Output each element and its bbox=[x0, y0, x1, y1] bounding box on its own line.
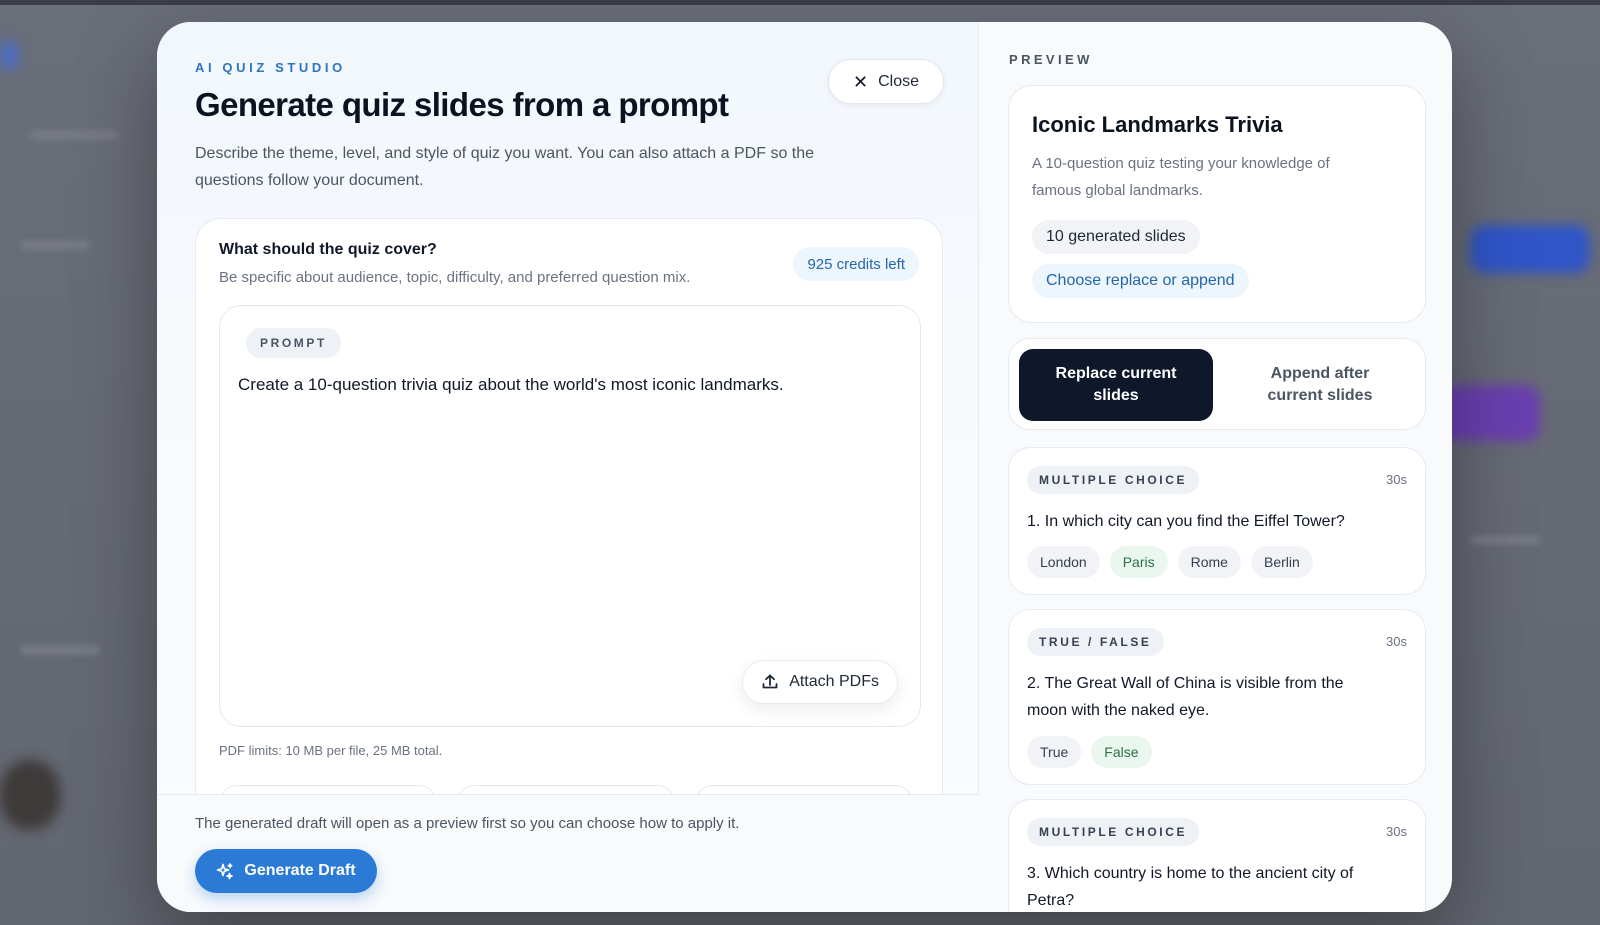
footer-note: The generated draft will open as a previ… bbox=[195, 815, 740, 832]
answer-option: Berlin bbox=[1250, 546, 1313, 578]
prompt-tag: PROMPT bbox=[246, 328, 341, 358]
answer-options: London Paris Rome Berlin bbox=[1027, 546, 1313, 578]
question-card[interactable]: MULTIPLE CHOICE 30s 3. Which country is … bbox=[1008, 799, 1426, 912]
close-icon: ✕ bbox=[853, 71, 869, 92]
answer-option-correct: False bbox=[1091, 736, 1152, 768]
answer-option: Rome bbox=[1177, 546, 1241, 578]
apply-mode-toggle: Replace current slides Append after curr… bbox=[1008, 338, 1426, 430]
question-type-badge: MULTIPLE CHOICE bbox=[1027, 466, 1200, 494]
question-type-badge: TRUE / FALSE bbox=[1027, 628, 1164, 656]
question-text: 2. The Great Wall of China is visible fr… bbox=[1027, 675, 1344, 719]
background-topbar bbox=[0, 0, 1600, 5]
background-shape bbox=[1470, 225, 1590, 273]
eyebrow-label: AI QUIZ STUDIO bbox=[195, 60, 346, 75]
modal-subtitle: Describe the theme, level, and style of … bbox=[195, 145, 815, 189]
prompt-input[interactable]: PROMPT Create a 10-question trivia quiz … bbox=[219, 305, 921, 727]
preview-panel: PREVIEW Iconic Landmarks Trivia A 10-que… bbox=[979, 22, 1452, 912]
background-shape bbox=[30, 130, 120, 140]
prompt-question: What should the quiz cover? bbox=[219, 241, 437, 258]
answer-option: London bbox=[1027, 546, 1100, 578]
answer-option: True bbox=[1027, 736, 1082, 768]
generate-draft-button[interactable]: Generate Draft bbox=[195, 849, 377, 893]
question-type-badge: MULTIPLE CHOICE bbox=[1027, 818, 1200, 846]
attach-label: Attach PDFs bbox=[789, 673, 879, 690]
sparkle-icon bbox=[217, 863, 234, 880]
question-time: 30s bbox=[1386, 634, 1407, 649]
answer-options: True False bbox=[1027, 736, 1152, 768]
close-label: Close bbox=[878, 72, 919, 90]
question-card[interactable]: TRUE / FALSE 30s 2. The Great Wall of Ch… bbox=[1008, 609, 1426, 785]
quiz-title: Iconic Landmarks Trivia bbox=[1032, 112, 1283, 137]
modal-title: Generate quiz slides from a prompt bbox=[195, 86, 729, 123]
close-button[interactable]: ✕ Close bbox=[828, 59, 944, 104]
question-text: 1. In which city can you find the Eiffel… bbox=[1027, 513, 1345, 530]
preview-label: PREVIEW bbox=[1009, 52, 1093, 67]
quiz-studio-modal: AI QUIZ STUDIO Generate quiz slides from… bbox=[157, 22, 1452, 912]
background-shape bbox=[1440, 385, 1540, 441]
generate-label: Generate Draft bbox=[244, 862, 356, 879]
replace-slides-option[interactable]: Replace current slides bbox=[1019, 349, 1213, 421]
background-shape bbox=[0, 760, 60, 830]
pdf-limits-note: PDF limits: 10 MB per file, 25 MB total. bbox=[219, 743, 443, 758]
background-shape bbox=[1470, 535, 1540, 545]
question-time: 30s bbox=[1386, 824, 1407, 839]
question-time: 30s bbox=[1386, 472, 1407, 487]
slides-count-badge: 10 generated slides bbox=[1032, 220, 1200, 254]
prompt-hint: Be specific about audience, topic, diffi… bbox=[219, 269, 691, 286]
quiz-summary-card: Iconic Landmarks Trivia A 10-question qu… bbox=[1008, 85, 1426, 323]
background-shape bbox=[0, 40, 18, 70]
background-shape bbox=[20, 645, 100, 655]
attach-pdfs-button[interactable]: Attach PDFs bbox=[742, 660, 898, 704]
append-slides-option[interactable]: Append after current slides bbox=[1223, 349, 1417, 421]
choose-hint-badge: Choose replace or append bbox=[1032, 264, 1249, 298]
question-text: 3. Which country is home to the ancient … bbox=[1027, 865, 1354, 909]
question-card[interactable]: MULTIPLE CHOICE 30s 1. In which city can… bbox=[1008, 447, 1426, 595]
answer-option-correct: Paris bbox=[1109, 546, 1168, 578]
prompt-value[interactable]: Create a 10-question trivia quiz about t… bbox=[238, 371, 898, 399]
prompt-panel: AI QUIZ STUDIO Generate quiz slides from… bbox=[157, 22, 979, 912]
quiz-description: A 10-question quiz testing your knowledg… bbox=[1032, 155, 1330, 199]
upload-icon bbox=[762, 674, 778, 689]
credits-badge: 925 credits left bbox=[793, 247, 919, 281]
prompt-footer: The generated draft will open as a previ… bbox=[157, 794, 979, 912]
background-shape bbox=[20, 240, 90, 250]
prompt-card: What should the quiz cover? Be specific … bbox=[195, 218, 943, 838]
